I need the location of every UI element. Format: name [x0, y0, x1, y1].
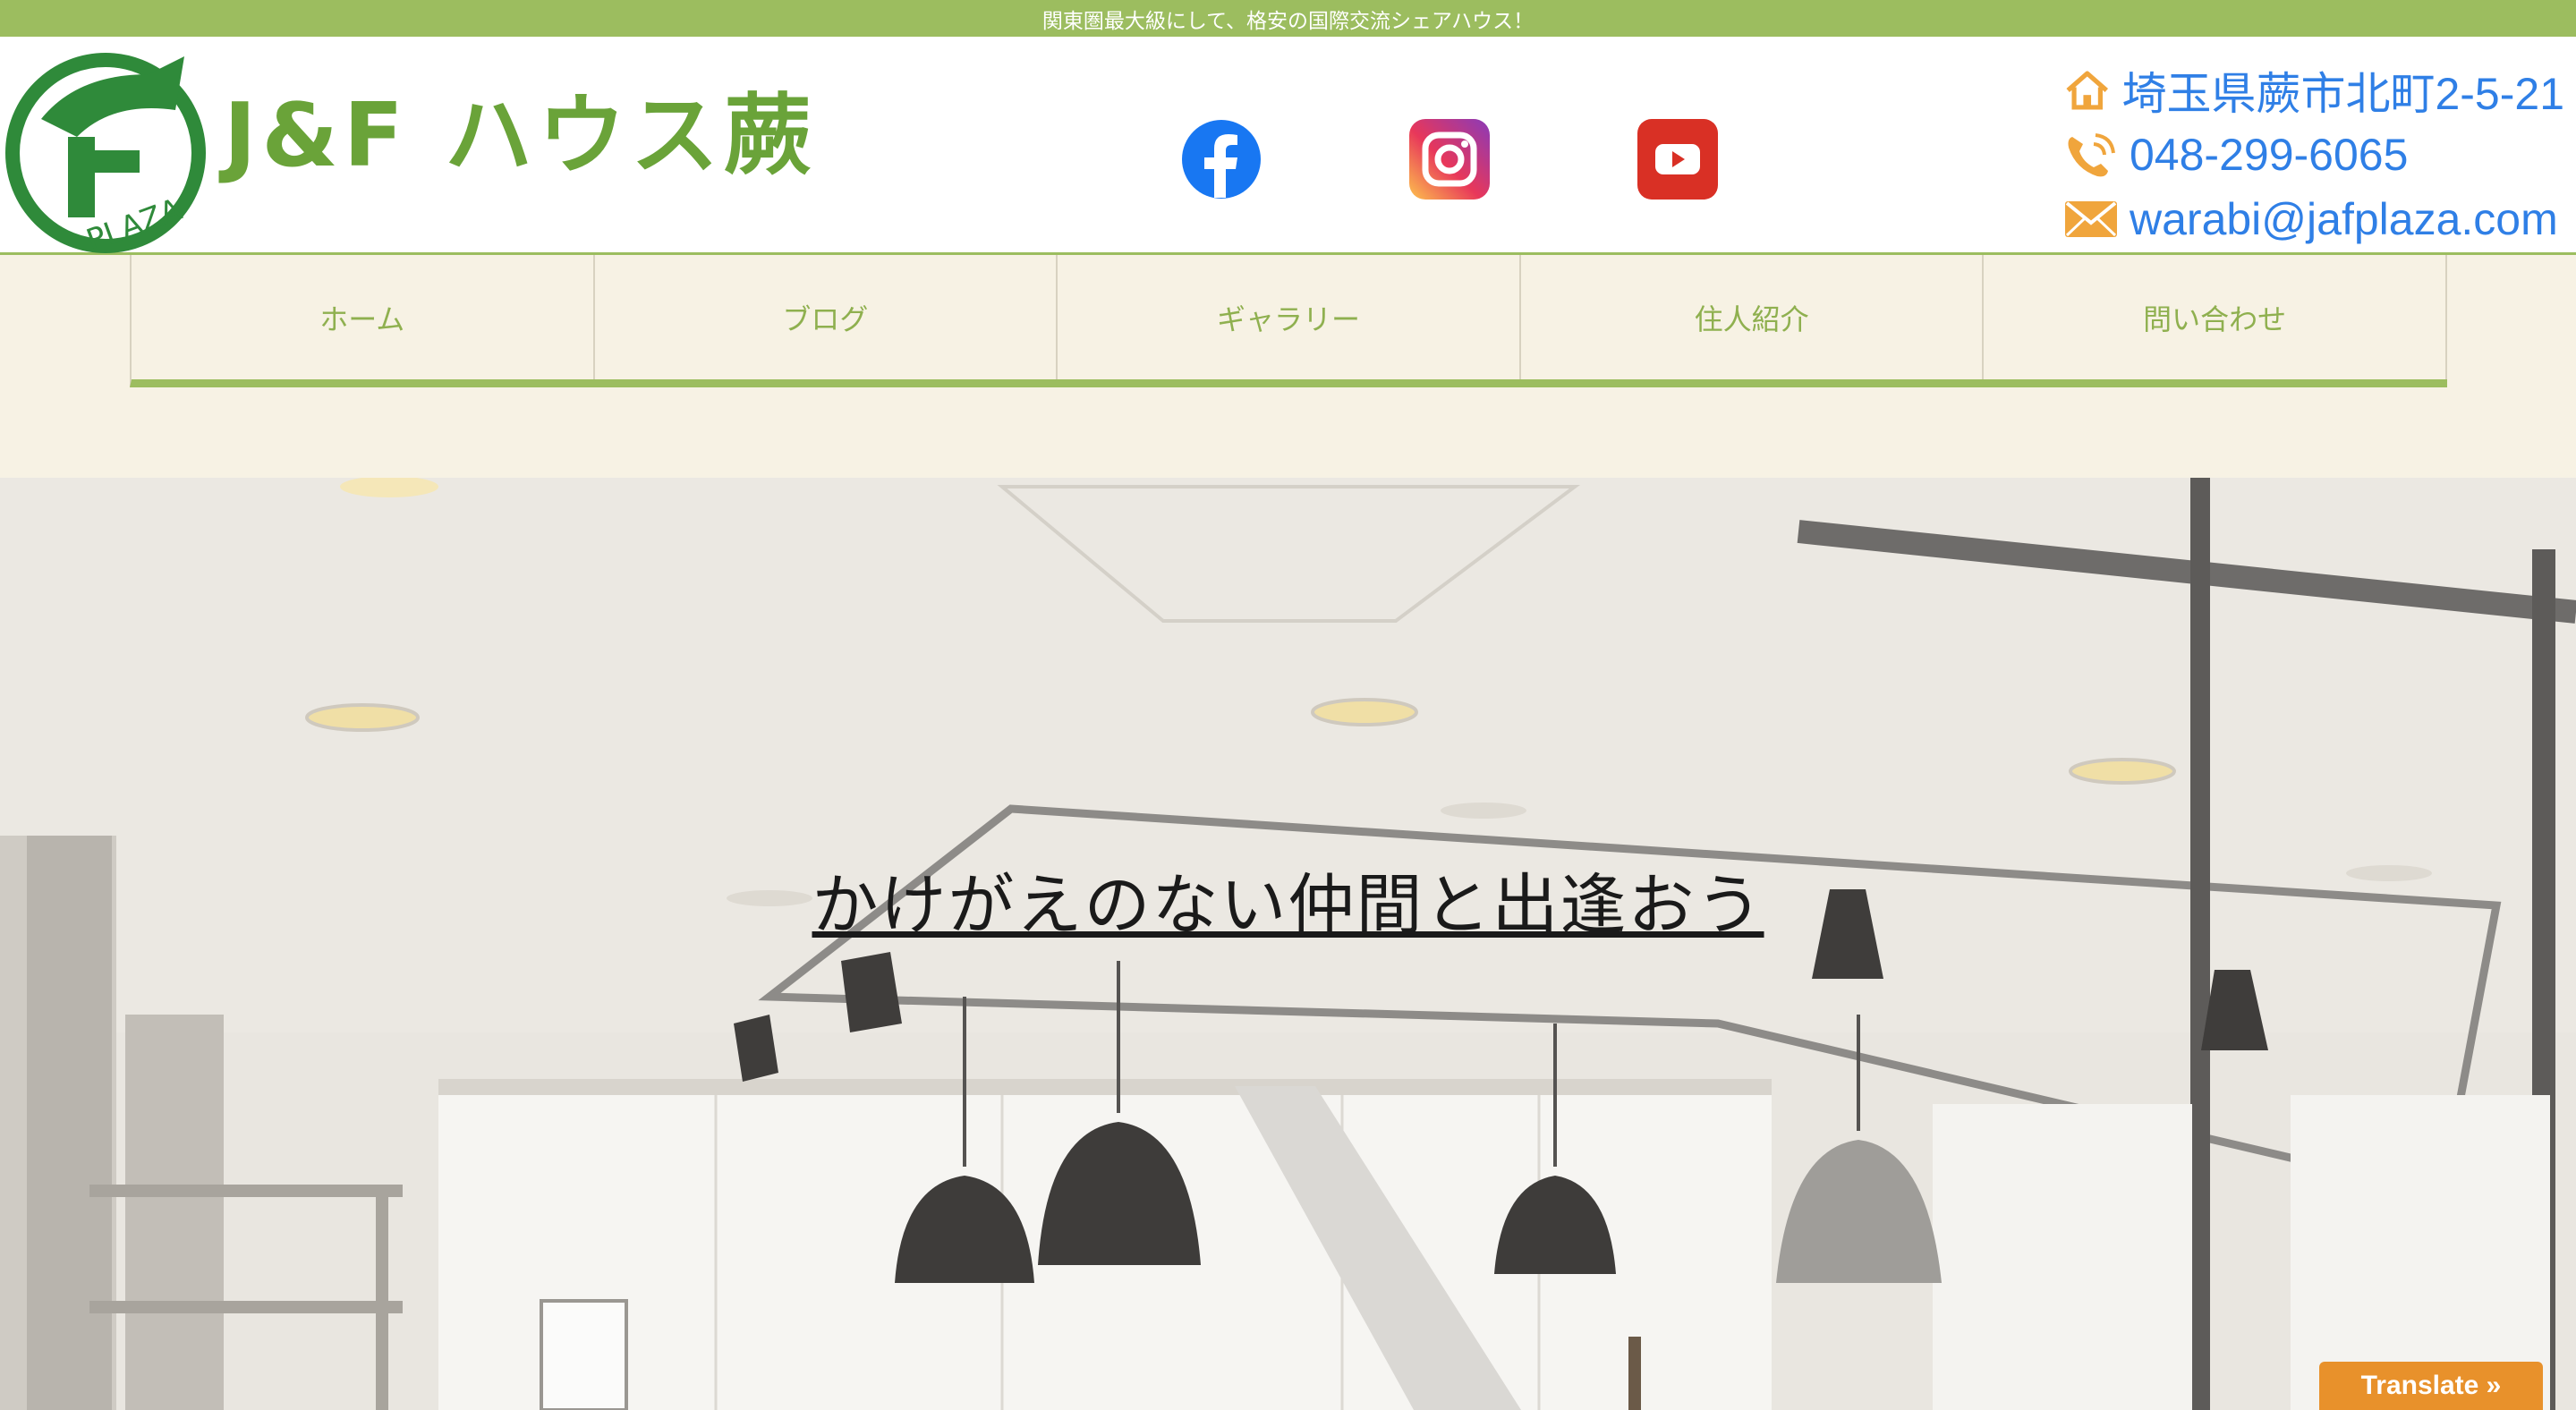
top-tagline-bar: 関東圏最大級にして、格安の国際交流シェアハウス！	[0, 0, 2576, 37]
contact-block: 埼玉県蕨市北町2-5-21 048-299-6065 warabi@jafpla…	[2063, 58, 2564, 251]
site-header: PLAZA J&F ハウス蕨 埼玉県蕨市北町2-5-21 048-299-606…	[0, 37, 2576, 255]
phone-row[interactable]: 048-299-6065	[2063, 123, 2564, 187]
instagram-icon[interactable]	[1409, 119, 1490, 200]
nav-item-blog[interactable]: ブログ	[595, 255, 1058, 379]
nav-item-gallery[interactable]: ギャラリー	[1058, 255, 1521, 379]
phone-text: 048-299-6065	[2130, 130, 2409, 180]
email-text: warabi@jafplaza.com	[2130, 194, 2558, 244]
nav-item-residents[interactable]: 住人紹介	[1521, 255, 1985, 379]
email-row[interactable]: warabi@jafplaza.com	[2063, 187, 2564, 251]
site-brand-title[interactable]: J&F ハウス蕨	[224, 92, 817, 180]
facebook-icon[interactable]	[1181, 119, 1262, 200]
youtube-icon[interactable]	[1637, 119, 1718, 200]
house-icon	[2066, 71, 2109, 110]
hero-title[interactable]: かけがえのない仲間と出逢おう	[0, 852, 2576, 947]
tagline-text: 関東圏最大級にして、格安の国際交流シェアハウス！	[1041, 9, 1535, 33]
main-nav: ホーム ブログ ギャラリー 住人紹介 問い合わせ	[130, 255, 2447, 387]
main-navigation-area: ホーム ブログ ギャラリー 住人紹介 問い合わせ	[0, 255, 2576, 478]
mail-icon	[2065, 201, 2117, 237]
plaza-logo[interactable]: PLAZA	[5, 38, 213, 253]
nav-item-home[interactable]: ホーム	[132, 255, 595, 379]
nav-item-contact[interactable]: 問い合わせ	[1984, 255, 2447, 379]
address-row[interactable]: 埼玉県蕨市北町2-5-21	[2063, 58, 2564, 123]
address-text: 埼玉県蕨市北町2-5-21	[2121, 69, 2564, 119]
hero-section: かけがえのない仲間と出逢おう	[0, 478, 2576, 1410]
phone-icon	[2068, 133, 2115, 177]
translate-button[interactable]: Translate »	[2319, 1362, 2543, 1410]
